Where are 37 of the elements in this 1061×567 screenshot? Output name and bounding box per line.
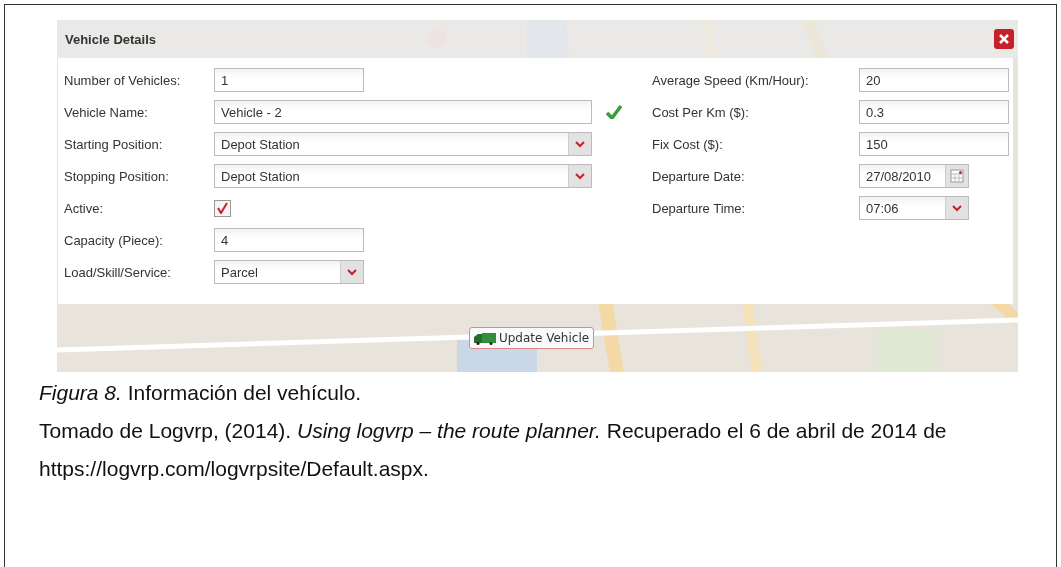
chevron-down-icon [952,204,962,212]
checkmark-icon [217,202,228,214]
field-label: Stopping Position: [64,168,170,184]
text-field[interactable]: 1 [214,68,364,92]
date-field[interactable]: 27/08/2010 [859,164,969,188]
dropdown[interactable]: Parcel [214,260,364,284]
chevron-down-icon [347,268,357,276]
field-label: Vehicle Name: [64,104,149,120]
field-label: Cost Per Km ($): [652,104,750,120]
update-vehicle-button[interactable]: Update Vehicle [468,327,595,349]
dialog-title: Vehicle Details [65,31,157,47]
field-label: Number of Vehicles: [64,72,182,88]
field-label: Fix Cost ($): [652,136,724,152]
text-field[interactable]: 0.3 [859,100,1009,124]
field-label: Active: [64,200,104,216]
text-field[interactable]: Vehicle - 2 [214,100,592,124]
dropdown[interactable]: Depot Station [214,132,592,156]
field-label: Load/Skill/Service: [64,264,172,280]
calendar-icon [950,169,964,183]
figure-caption: Figura 8. Información del vehículo. [38,380,363,406]
field-label: Average Speed (Km/Hour): [652,72,810,88]
close-icon [998,33,1010,45]
chevron-down-icon [575,172,585,180]
chevron-down-icon [575,140,585,148]
text-field[interactable]: 4 [214,228,364,252]
close-button[interactable] [994,29,1014,49]
dropdown[interactable]: 07:06 [859,196,969,220]
text-field[interactable]: 20 [859,68,1009,92]
citation-text: Tomado de Logvrp, (2014). Using logvrp – the route planner. Recuperado el 6 de abril de 2014 de https://logvrp.com/logvrpsite/Default.aspx. [38,418,948,482]
truck-icon [473,331,496,345]
checkbox[interactable] [214,199,231,217]
dropdown[interactable]: Depot Station [214,164,592,188]
field-label: Capacity (Piece): [64,232,164,248]
field-label: Departure Time: [652,200,747,216]
field-label: Departure Date: [652,168,746,184]
text-field[interactable]: 150 [859,132,1009,156]
field-label: Starting Position: [64,136,164,152]
